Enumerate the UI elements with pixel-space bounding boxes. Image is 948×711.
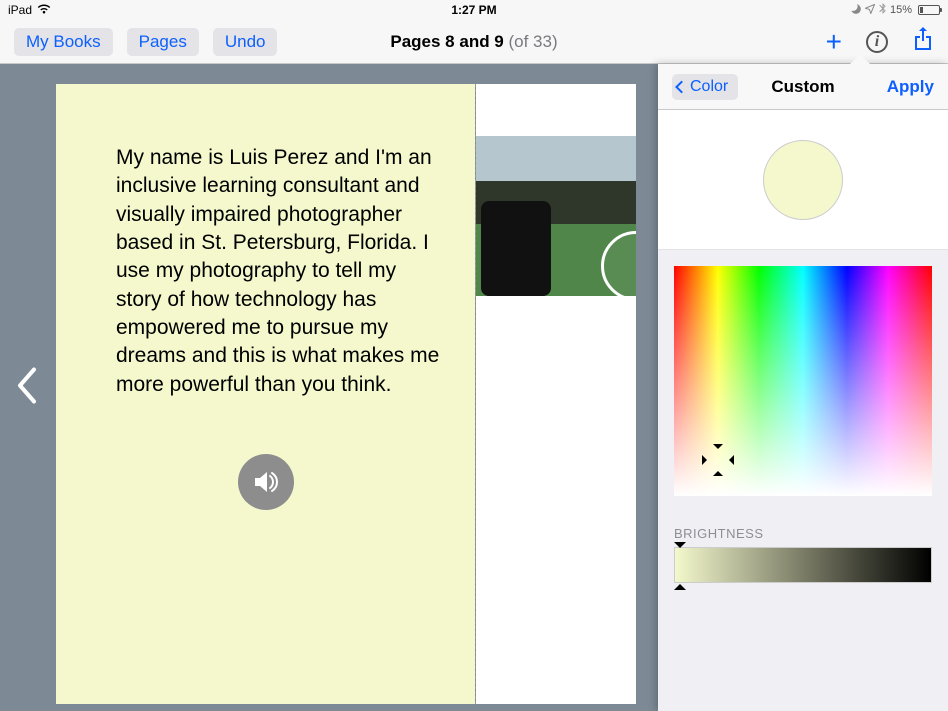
color-spectrum-picker[interactable] — [674, 266, 932, 496]
page-left[interactable]: My name is Luis Perez and I'm an inclusi… — [56, 84, 475, 704]
color-picker-popover: Color Custom Apply BRIGHTNESS — [658, 64, 948, 711]
add-button[interactable]: + — [826, 28, 842, 56]
page-total: (of 33) — [504, 32, 558, 51]
popover-title: Custom — [771, 77, 834, 97]
status-bar: iPad 1:27 PM 15% — [0, 0, 948, 20]
speaker-icon — [251, 467, 281, 497]
color-back-button[interactable]: Color — [672, 74, 738, 100]
audio-play-button[interactable] — [238, 454, 294, 510]
page-body-text: My name is Luis Perez and I'm an inclusi… — [116, 144, 445, 399]
pages-button[interactable]: Pages — [127, 28, 199, 56]
undo-button[interactable]: Undo — [213, 28, 278, 56]
app-toolbar: My Books Pages Undo Pages 8 and 9 (of 33… — [0, 20, 948, 64]
color-preview-swatch — [763, 140, 843, 220]
photo-overlay-circle — [601, 231, 636, 301]
book-spread: My name is Luis Perez and I'm an inclusi… — [56, 84, 636, 704]
spectrum-selector — [704, 446, 732, 474]
clock-label: 1:27 PM — [451, 3, 496, 17]
page-range: Pages 8 and 9 — [390, 32, 503, 51]
photo-device — [481, 201, 551, 296]
color-preview-area — [658, 110, 948, 250]
page-photo — [476, 136, 636, 296]
my-books-button[interactable]: My Books — [14, 28, 113, 56]
share-button[interactable] — [912, 26, 934, 57]
brightness-label: BRIGHTNESS — [658, 512, 948, 547]
workspace: My name is Luis Perez and I'm an inclusi… — [0, 64, 948, 711]
brightness-slider[interactable] — [674, 547, 932, 583]
battery-icon — [916, 5, 940, 15]
popover-header: Color Custom Apply — [658, 64, 948, 110]
page-right[interactable] — [476, 84, 636, 704]
apply-button[interactable]: Apply — [887, 77, 934, 97]
info-button[interactable]: i — [866, 31, 888, 53]
prev-page-button[interactable] — [14, 365, 38, 410]
